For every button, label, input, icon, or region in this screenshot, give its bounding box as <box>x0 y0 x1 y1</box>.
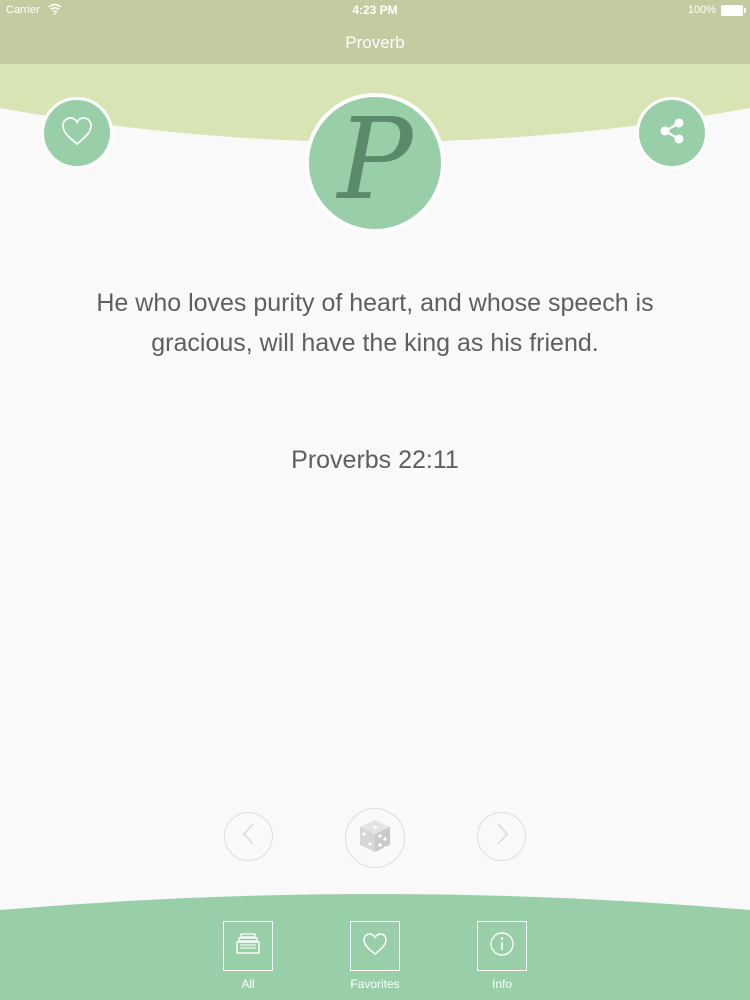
heart-icon <box>361 931 389 962</box>
chevron-left-icon <box>239 821 259 852</box>
random-button[interactable] <box>345 808 405 868</box>
battery-percent: 100% <box>687 4 716 16</box>
heart-outline-icon <box>60 115 94 152</box>
books-icon <box>235 932 261 961</box>
previous-button[interactable] <box>224 812 273 861</box>
tab-all-label: All <box>241 977 255 991</box>
tab-favorites[interactable] <box>350 921 400 971</box>
battery-icon <box>721 5 746 16</box>
proverb-text: He who loves purity of heart, and whose … <box>96 289 654 357</box>
tab-info-label: Info <box>491 977 512 991</box>
logo-letter: P <box>337 95 413 225</box>
next-button[interactable] <box>477 812 526 861</box>
info-icon <box>488 930 516 963</box>
dice-icon <box>354 815 396 862</box>
chevron-right-icon <box>492 821 512 852</box>
nav-bar: Proverb <box>0 22 750 64</box>
status-time: 4:23 PM <box>352 3 398 17</box>
proverb-logo: P <box>305 93 445 233</box>
proverb-reference: Proverbs 22:11 <box>291 446 459 474</box>
page-title: Proverb <box>345 33 405 52</box>
tab-favorites-label: Favorites <box>350 977 400 991</box>
tab-info[interactable] <box>477 921 527 971</box>
status-bar: Carrier 4:23 PM 100% <box>0 0 750 22</box>
favorite-button[interactable] <box>41 97 113 169</box>
share-button[interactable] <box>636 97 708 169</box>
tab-all[interactable] <box>223 921 273 971</box>
share-icon <box>654 113 690 154</box>
